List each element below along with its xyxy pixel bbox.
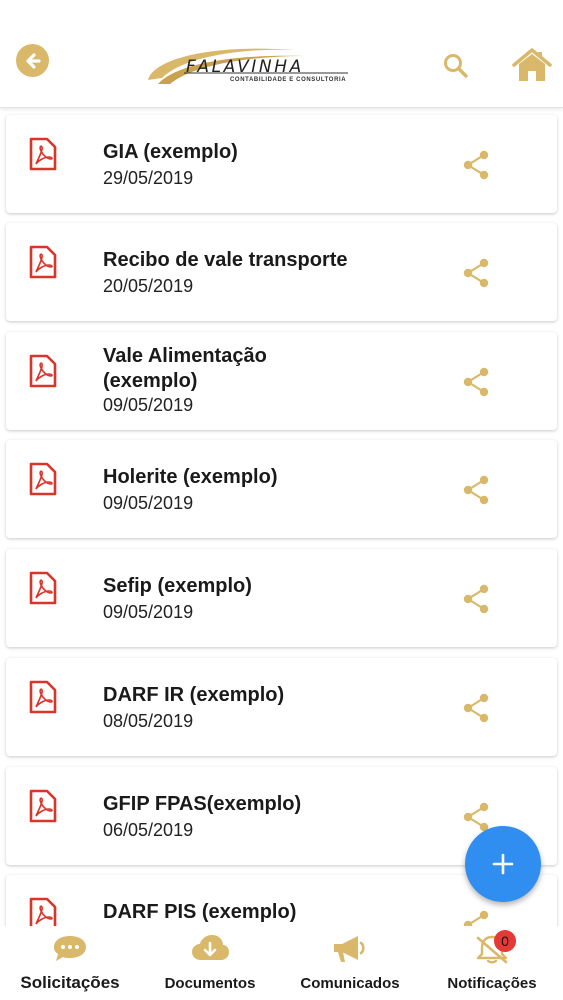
home-icon (512, 48, 552, 81)
document-title: Sefip (exemplo) (103, 575, 252, 597)
nav-label: Solicitações (20, 973, 120, 992)
megaphone-icon (330, 932, 370, 966)
share-icon[interactable] (462, 802, 490, 832)
cloud-download-icon (190, 932, 230, 966)
document-date: 29/05/2019 (103, 168, 194, 188)
logo-subtitle: CONTABILIDADE E CONSULTORIA (230, 77, 347, 83)
document-title: Vale Alimentação (exemplo) (103, 345, 267, 392)
pdf-file-icon (29, 789, 57, 823)
app-header: FALAVINHA CONTABILIDADE E CONSULTORIA (0, 0, 563, 108)
document-title: GFIP FPAS(exemplo) (103, 793, 302, 815)
nav-documentos[interactable]: Documentos (155, 926, 265, 1000)
document-date: 20/05/2019 (103, 276, 194, 296)
share-icon[interactable] (462, 367, 490, 397)
document-date: 09/05/2019 (103, 493, 194, 513)
logo-name: FALAVINHA (186, 57, 304, 77)
arrow-left-icon (25, 52, 41, 69)
document-card[interactable]: Sefip (exemplo) 09/05/2019 (6, 549, 557, 647)
back-button[interactable] (16, 44, 49, 77)
document-title: DARF PIS (exemplo) (103, 901, 297, 923)
document-card[interactable]: Holerite (exemplo) 09/05/2019 (6, 440, 557, 538)
document-card[interactable]: Recibo de vale transporte 20/05/2019 (6, 223, 557, 321)
nav-label: Notificações (447, 975, 537, 992)
search-button[interactable] (442, 52, 470, 80)
document-date: 09/05/2019 (103, 602, 194, 622)
pdf-file-icon (29, 245, 57, 279)
document-title: DARF IR (exemplo) (103, 684, 285, 706)
nav-label: Documentos (164, 975, 256, 992)
document-title: GIA (exemplo) (103, 141, 238, 163)
share-icon[interactable] (462, 258, 490, 288)
pdf-file-icon (29, 137, 57, 171)
document-title: Recibo de vale transporte (103, 249, 348, 271)
plus-icon (492, 853, 514, 875)
document-date: 08/05/2019 (103, 711, 194, 731)
share-icon[interactable] (462, 150, 490, 180)
document-date: 09/05/2019 (103, 395, 194, 415)
nav-notificacoes[interactable]: 0 Notificações (436, 926, 548, 1000)
share-icon[interactable] (462, 475, 490, 505)
bottom-navigation: Solicitações Documentos Comunicados 0 No… (0, 926, 563, 1000)
pdf-file-icon (29, 354, 57, 388)
share-icon[interactable] (462, 584, 490, 614)
pdf-file-icon (29, 680, 57, 714)
nav-comunicados[interactable]: Comunicados (290, 926, 410, 1000)
nav-solicitacoes[interactable]: Solicitações (10, 926, 130, 1000)
home-button[interactable] (512, 47, 552, 83)
document-card[interactable]: GIA (exemplo) 29/05/2019 (6, 115, 557, 213)
add-document-button[interactable] (465, 826, 541, 902)
pdf-file-icon (29, 462, 57, 496)
document-date: 06/05/2019 (103, 820, 194, 840)
document-card[interactable]: DARF IR (exemplo) 08/05/2019 (6, 658, 557, 756)
share-icon[interactable] (462, 910, 490, 926)
notification-badge: 0 (494, 930, 516, 952)
search-icon (444, 54, 468, 78)
chat-bubble-icon (50, 932, 90, 966)
nav-label: Comunicados (300, 975, 400, 992)
falavinha-logo: FALAVINHA CONTABILIDADE E CONSULTORIA (144, 40, 350, 88)
share-icon[interactable] (462, 693, 490, 723)
document-card[interactable]: Vale Alimentação (exemplo) 09/05/2019 (6, 332, 557, 430)
document-title: Holerite (exemplo) (103, 466, 278, 488)
document-list[interactable]: GIA (exemplo) 29/05/2019 Recibo de vale … (0, 108, 563, 926)
bell-off-icon: 0 (472, 930, 516, 966)
pdf-file-icon (29, 897, 57, 926)
pdf-file-icon (29, 571, 57, 605)
